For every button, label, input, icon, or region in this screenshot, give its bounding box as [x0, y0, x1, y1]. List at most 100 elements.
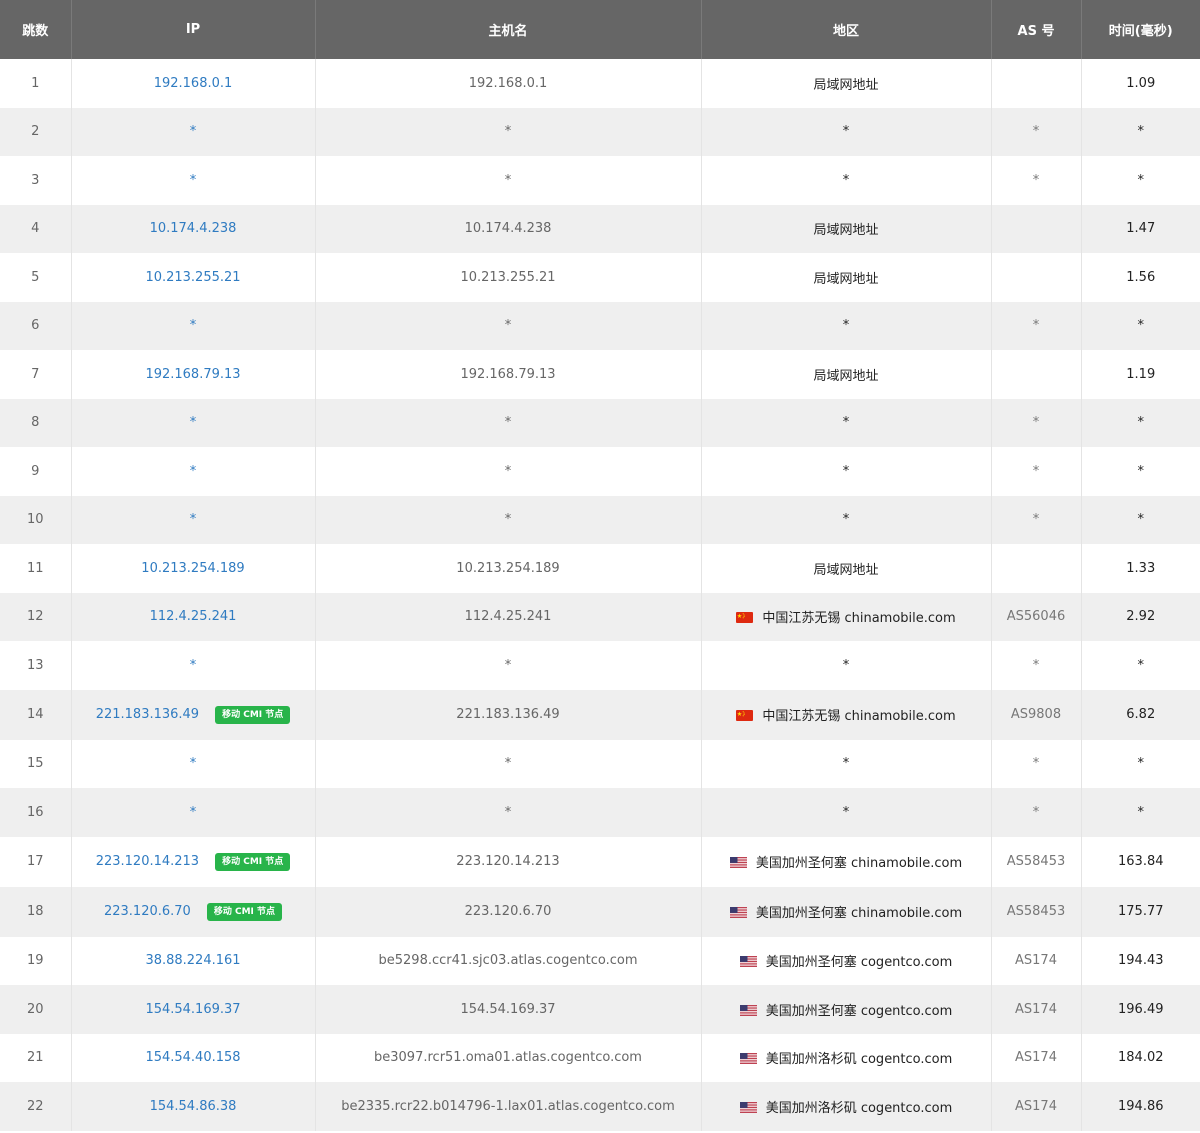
as-cell: *	[991, 447, 1082, 496]
cn-flag-icon	[736, 612, 754, 624]
time-cell: 163.84	[1118, 854, 1164, 869]
time-cell: *	[1137, 657, 1145, 673]
ip-cell: 192.168.79.13	[71, 350, 316, 399]
time-cell: *	[1081, 788, 1200, 837]
ip-link[interactable]: *	[190, 658, 197, 673]
traceroute-table: 跳数 IP 主机名 地区 AS 号 时间(毫秒) 1 192.168.0.1 192…	[0, 0, 1200, 1131]
hop-cell: 13	[0, 641, 72, 690]
ip-link[interactable]: *	[190, 124, 197, 139]
ip-link[interactable]: 223.120.6.70	[104, 904, 191, 919]
ip-link[interactable]: 221.183.136.49	[96, 707, 199, 722]
header-region: 地区	[701, 0, 992, 59]
region-cell: 美国加州圣何塞 chinamobile.com	[701, 836, 992, 887]
ip-link[interactable]: *	[190, 512, 197, 527]
region-text: *	[842, 318, 850, 334]
region-text: 美国加州圣何塞 cogentco.com	[765, 1003, 953, 1019]
hop-cell: 11	[0, 544, 72, 593]
region-text: 局域网地址	[813, 77, 879, 93]
us-flag-icon	[729, 857, 747, 868]
time-cell: *	[1137, 756, 1145, 772]
region-cell: 美国加州洛杉矶 cogentco.com	[701, 1033, 992, 1082]
time-cell: 1.19	[1126, 366, 1156, 382]
table-row: 20 154.54.169.37 154.54.169.37 美国加州圣何塞 coge…	[0, 985, 1200, 1034]
time-cell: 1.47	[1081, 204, 1200, 253]
as-cell: *	[991, 495, 1082, 544]
ip-link[interactable]: *	[190, 415, 197, 430]
hop-cell: 18	[0, 886, 72, 937]
ip-cell: 10.213.254.189	[71, 544, 316, 593]
ip-link[interactable]: 10.213.254.189	[141, 561, 244, 576]
hop-cell: 21	[0, 1033, 72, 1082]
header-row: 跳数 IP 主机名 地区 AS 号 时间(毫秒)	[0, 0, 1200, 59]
hop-cell: 16	[0, 788, 72, 837]
ip-cell: *	[71, 398, 316, 447]
ip-link[interactable]: 10.174.4.238	[150, 221, 237, 236]
cn-flag-icon	[736, 710, 754, 721]
hop-cell: 8	[0, 398, 72, 447]
table-row: 7 192.168.79.13 192.168.79.13 局域网地址 1.19	[0, 350, 1200, 399]
table-header: 跳数 IP 主机名 地区 AS 号 时间(毫秒)	[0, 0, 1200, 59]
table-row: 17 223.120.14.213 移动 CMI 节点 223.120.14.213 美…	[0, 836, 1200, 887]
as-cell: AS174	[991, 1082, 1082, 1131]
time-cell: 1.56	[1126, 269, 1156, 285]
ip-link[interactable]: *	[190, 318, 197, 333]
ip-link[interactable]: *	[190, 805, 197, 820]
ip-link[interactable]: 154.54.86.38	[150, 1099, 237, 1114]
time-cell: 196.49	[1081, 985, 1200, 1034]
header-hostname: 主机名	[315, 0, 702, 59]
hop-cell: 19	[0, 936, 72, 985]
ip-cell: *	[71, 107, 316, 156]
ip-link[interactable]: 223.120.14.213	[96, 854, 199, 869]
hostname-cell: 10.174.4.238	[315, 204, 702, 253]
hop-cell: 5	[0, 253, 72, 302]
hostname-cell: 221.183.136.49	[315, 689, 702, 740]
region-text: 中国江苏无锡 chinamobile.com	[762, 611, 956, 627]
hop-cell: 14	[0, 689, 72, 740]
region-text: 美国加州圣何塞 chinamobile.com	[755, 906, 963, 921]
region-cell: 美国加州圣何塞 chinamobile.com	[701, 886, 992, 937]
region-text: *	[842, 756, 850, 772]
region-text: 美国加州圣何塞 chinamobile.com	[755, 856, 963, 871]
ip-link[interactable]: 192.168.79.13	[145, 367, 240, 382]
hop-cell: 4	[0, 204, 72, 253]
ip-cell: *	[71, 641, 316, 690]
as-cell: *	[991, 107, 1082, 156]
as-cell: *	[991, 788, 1082, 837]
as-cell: AS174	[991, 1033, 1082, 1082]
hop-cell: 1	[0, 59, 72, 108]
region-text: *	[842, 172, 850, 188]
hostname-cell: 10.213.255.21	[315, 253, 702, 302]
as-cell	[991, 204, 1082, 253]
ip-cell: *	[71, 788, 316, 837]
ip-link[interactable]: *	[190, 173, 197, 188]
ip-link[interactable]: 154.54.169.37	[145, 1002, 240, 1017]
table-row: 8 * * * * *	[0, 398, 1200, 447]
table-row: 4 10.174.4.238 10.174.4.238 局域网地址 1.47	[0, 204, 1200, 253]
time-cell: *	[1081, 301, 1200, 350]
ip-link[interactable]: 10.213.255.21	[145, 270, 240, 285]
hostname-cell: 154.54.169.37	[315, 985, 702, 1034]
region-text: *	[842, 804, 850, 820]
hop-cell: 12	[0, 592, 72, 641]
hostname-cell: 223.120.14.213	[315, 836, 702, 887]
ip-cell: 112.4.25.241	[71, 592, 316, 641]
region-text: 中国江苏无锡 chinamobile.com	[762, 709, 956, 724]
time-cell: *	[1081, 398, 1200, 447]
ip-link[interactable]: 112.4.25.241	[150, 609, 237, 624]
cmi-node-badge: 移动 CMI 节点	[215, 852, 291, 871]
ip-cell: 221.183.136.49 移动 CMI 节点	[71, 689, 316, 740]
ip-cell: 10.174.4.238	[71, 204, 316, 253]
table-row: 13 * * * * *	[0, 641, 1200, 690]
ip-link[interactable]: *	[190, 756, 197, 771]
region-cell: *	[701, 301, 992, 350]
ip-link[interactable]: 192.168.0.1	[154, 76, 233, 91]
hop-cell: 7	[0, 350, 72, 399]
ip-link[interactable]: 38.88.224.161	[145, 953, 240, 968]
cmi-node-badge: 移动 CMI 节点	[206, 902, 283, 921]
ip-link[interactable]: *	[190, 464, 197, 479]
cmi-node-badge: 移动 CMI 节点	[215, 705, 291, 724]
region-text: *	[842, 512, 850, 528]
region-text: *	[842, 415, 850, 431]
time-cell: 194.86	[1081, 1082, 1200, 1131]
ip-link[interactable]: 154.54.40.158	[145, 1050, 240, 1065]
